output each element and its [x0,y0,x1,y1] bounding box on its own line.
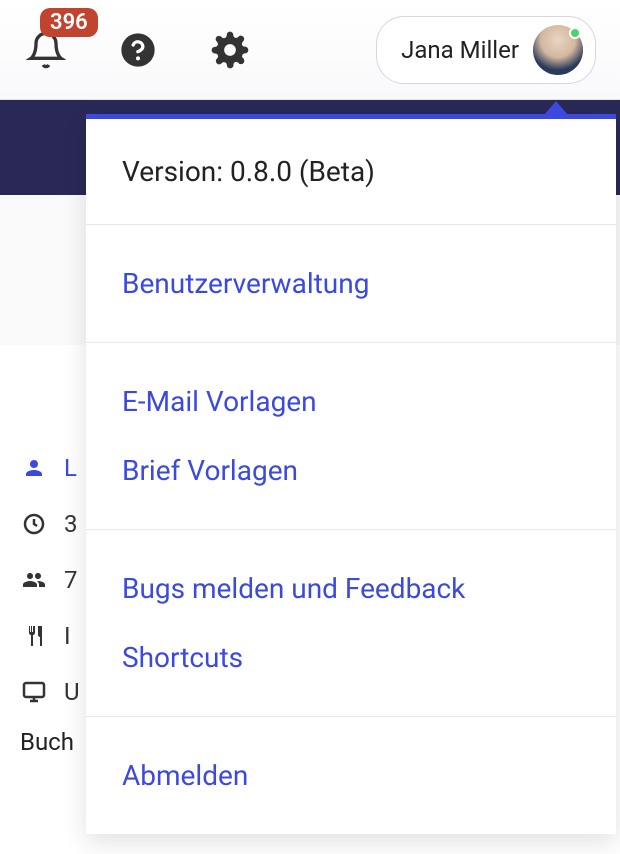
dropdown-section-help: Bugs melden und Feedback Shortcuts [86,530,616,717]
sidebar-item-utensils[interactable]: I [20,608,90,664]
avatar [533,25,583,75]
sidebar-item-label: U [64,678,80,706]
sidebar-item-people[interactable]: 7 [20,552,90,608]
help-button[interactable] [116,28,160,72]
menu-item-user-management[interactable]: Benutzerverwaltung [86,249,616,318]
dropdown-section-logout: Abmelden [86,717,616,834]
status-indicator [569,27,581,39]
topbar: 396 Jana Miller [0,0,620,100]
sidebar-item-label: 7 [64,566,78,594]
menu-item-letter-templates[interactable]: Brief Vorlagen [86,436,616,505]
dropdown-section-templates: E-Mail Vorlagen Brief Vorlagen [86,343,616,530]
menu-item-shortcuts[interactable]: Shortcuts [86,623,616,692]
sidebar-item-monitor[interactable]: U [20,664,90,720]
sidebar-item-label: L [64,454,77,482]
sidebar-item-person[interactable]: L [20,440,90,496]
user-dropdown: Version: 0.8.0 (Beta) Benutzerverwaltung… [86,114,616,834]
user-name: Jana Miller [401,36,519,64]
monitor-icon [20,678,48,706]
dropdown-section-admin: Benutzerverwaltung [86,225,616,343]
sidebar-item-clock[interactable]: 3 [20,496,90,552]
utensils-icon [20,622,48,650]
settings-button[interactable] [208,28,252,72]
person-icon [20,454,48,482]
clock-icon [20,510,48,538]
sidebar-item-label: I [64,622,71,650]
help-icon [118,30,158,70]
dropdown-section-version: Version: 0.8.0 (Beta) [86,119,616,225]
notifications-button[interactable]: 396 [24,28,68,72]
version-label: Version: 0.8.0 (Beta) [86,143,616,200]
menu-item-email-templates[interactable]: E-Mail Vorlagen [86,367,616,436]
sidebar-item-label: 3 [64,510,78,538]
notification-badge: 396 [40,8,98,37]
gear-icon [210,30,250,70]
menu-item-bugs-feedback[interactable]: Bugs melden und Feedback [86,554,616,623]
user-menu-button[interactable]: Jana Miller [376,16,596,84]
buch-label: Buch [20,728,90,756]
sidebar-list: L 3 7 I U Buch [0,440,90,756]
people-icon [20,566,48,594]
topbar-left: 396 [24,28,252,72]
menu-item-logout[interactable]: Abmelden [86,741,616,810]
